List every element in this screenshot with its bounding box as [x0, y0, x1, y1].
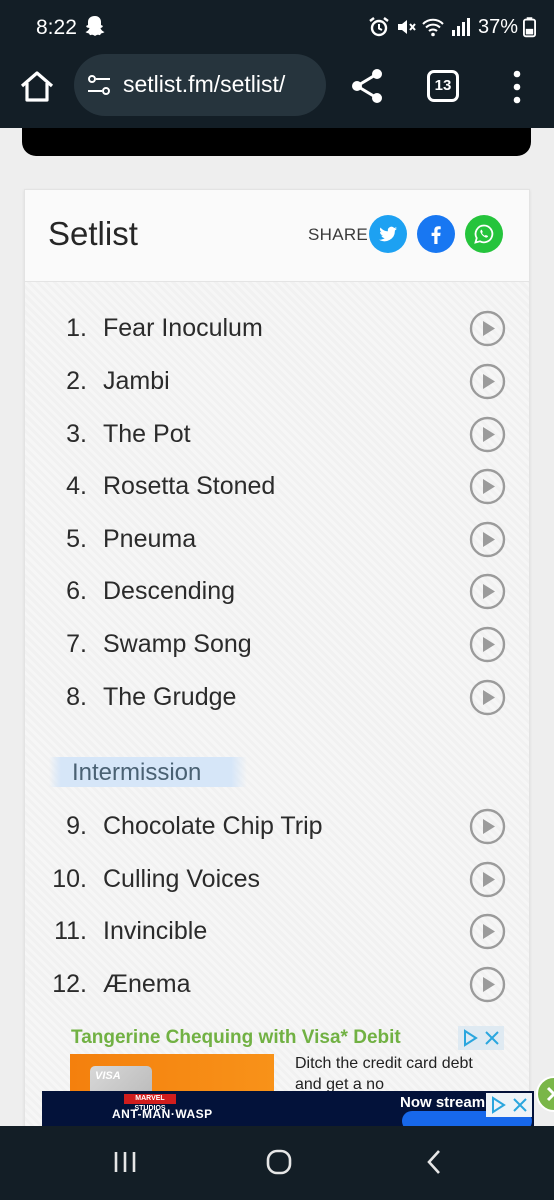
signal-icon — [451, 18, 470, 36]
setlist-card: Setlist SHARE 1. Fear Inoculum 2. Jambi … — [24, 189, 530, 1126]
song-number: 9. — [66, 812, 87, 840]
song-row[interactable]: 8. The Grudge — [25, 673, 529, 723]
song-row[interactable]: 10. Culling Voices — [25, 855, 529, 905]
alarm-icon — [369, 17, 389, 37]
song-row[interactable]: 3. The Pot — [25, 410, 529, 460]
song-number: 1. — [66, 314, 87, 342]
song-row[interactable]: 11. Invincible — [25, 907, 529, 957]
ad-headline[interactable]: Tangerine Chequing with Visa* Debit — [71, 1027, 401, 1049]
song-row[interactable]: 2. Jambi — [25, 357, 529, 407]
song-title[interactable]: Pneuma — [103, 525, 196, 554]
play-icon[interactable] — [469, 861, 506, 898]
home-circle-icon[interactable] — [265, 1148, 293, 1176]
battery-icon — [523, 17, 536, 38]
song-title[interactable]: Rosetta Stoned — [103, 472, 275, 501]
facebook-icon — [431, 226, 441, 244]
song-title[interactable]: Chocolate Chip Trip — [103, 812, 323, 841]
song-title[interactable]: Fear Inoculum — [103, 314, 263, 343]
intermission-label: Intermission — [49, 757, 247, 787]
page-content: Setlist SHARE 1. Fear Inoculum 2. Jambi … — [0, 128, 554, 1126]
song-title[interactable]: Descending — [103, 577, 235, 606]
back-icon[interactable] — [424, 1148, 444, 1176]
play-icon[interactable] — [469, 573, 506, 610]
battery-percent: 37% — [477, 15, 518, 38]
more-menu-icon[interactable] — [507, 69, 527, 105]
close-icon[interactable] — [483, 1028, 501, 1048]
browser-toolbar: setlist.fm/setlist/ 13 — [0, 54, 554, 128]
site-settings-icon[interactable] — [86, 74, 112, 96]
banner-ad-choices[interactable] — [486, 1093, 532, 1117]
play-icon[interactable] — [469, 521, 506, 558]
play-icon[interactable] — [469, 966, 506, 1003]
setlist-title: Setlist — [48, 215, 138, 252]
system-nav-bar — [0, 1126, 554, 1200]
play-icon[interactable] — [469, 363, 506, 400]
song-number: 6. — [66, 577, 87, 605]
setlist-header: Setlist SHARE — [25, 190, 529, 282]
song-number: 11. — [54, 917, 87, 945]
whatsapp-share-button[interactable] — [465, 215, 503, 253]
close-icon — [546, 1086, 554, 1102]
song-title[interactable]: Ænema — [103, 970, 191, 999]
song-number: 5. — [66, 525, 87, 553]
song-number: 3. — [66, 420, 87, 448]
play-icon[interactable] — [469, 416, 506, 453]
card-brand: VISA — [95, 1070, 121, 1082]
recents-icon[interactable] — [112, 1149, 138, 1175]
facebook-share-button[interactable] — [417, 215, 455, 253]
song-title[interactable]: Culling Voices — [103, 865, 260, 894]
header-strip — [22, 128, 531, 156]
song-number: 2. — [66, 367, 87, 395]
share-icon[interactable] — [350, 68, 384, 104]
song-title[interactable]: The Grudge — [103, 683, 236, 712]
play-icon[interactable] — [469, 679, 506, 716]
status-bar: 8:22 37% — [0, 0, 554, 54]
twitter-icon — [379, 226, 397, 242]
song-title[interactable]: Jambi — [103, 367, 170, 396]
play-icon[interactable] — [469, 310, 506, 347]
song-number: 10. — [52, 865, 87, 893]
adchoices-icon[interactable] — [461, 1029, 479, 1047]
mute-icon — [397, 20, 416, 34]
banner-title: ANT-MAN·WASP — [112, 1107, 213, 1121]
twitter-share-button[interactable] — [369, 215, 407, 253]
play-icon[interactable] — [469, 913, 506, 950]
song-row[interactable]: 1. Fear Inoculum — [25, 304, 529, 354]
song-row[interactable]: 7. Swamp Song — [25, 620, 529, 670]
wifi-icon — [422, 18, 444, 37]
song-row[interactable]: 12. Ænema — [25, 960, 529, 1010]
banner-brand: MARVEL STUDIOS — [124, 1094, 176, 1112]
ad-body-text[interactable]: Ditch the credit card debt and get a no — [295, 1053, 495, 1095]
song-number: 4. — [66, 472, 87, 500]
url-text[interactable]: setlist.fm/setlist/ — [123, 71, 323, 98]
whatsapp-icon — [474, 224, 494, 244]
song-row[interactable]: 6. Descending — [25, 567, 529, 617]
song-row[interactable]: 9. Chocolate Chip Trip — [25, 802, 529, 852]
song-title[interactable]: Swamp Song — [103, 630, 252, 659]
song-title[interactable]: The Pot — [103, 420, 191, 449]
address-bar[interactable]: setlist.fm/setlist/ — [74, 54, 326, 116]
banner-ad[interactable]: MARVEL STUDIOS ANT-MAN·WASP Now stream — [42, 1091, 534, 1126]
intermission-text: Intermission — [72, 759, 202, 786]
song-row[interactable]: 5. Pneuma — [25, 515, 529, 565]
song-number: 8. — [66, 683, 87, 711]
song-number: 7. — [66, 630, 87, 658]
ad-choices[interactable] — [458, 1026, 504, 1050]
song-number: 12. — [52, 970, 87, 998]
home-icon[interactable] — [18, 68, 56, 106]
status-time: 8:22 — [36, 16, 77, 39]
banner-cta[interactable]: Now stream — [400, 1094, 485, 1111]
song-title[interactable]: Invincible — [103, 917, 207, 946]
snapchat-ghost-icon — [85, 16, 105, 36]
play-icon[interactable] — [469, 468, 506, 505]
play-icon[interactable] — [469, 626, 506, 663]
close-icon[interactable] — [511, 1095, 529, 1115]
tabs-icon[interactable]: 13 — [427, 70, 459, 102]
song-row[interactable]: 4. Rosetta Stoned — [25, 462, 529, 512]
status-icons: 37% — [368, 13, 536, 41]
adchoices-icon[interactable] — [489, 1096, 507, 1114]
song-list: 1. Fear Inoculum 2. Jambi 3. The Pot 4. … — [25, 282, 529, 1126]
play-icon[interactable] — [469, 808, 506, 845]
share-label: SHARE — [308, 225, 369, 244]
